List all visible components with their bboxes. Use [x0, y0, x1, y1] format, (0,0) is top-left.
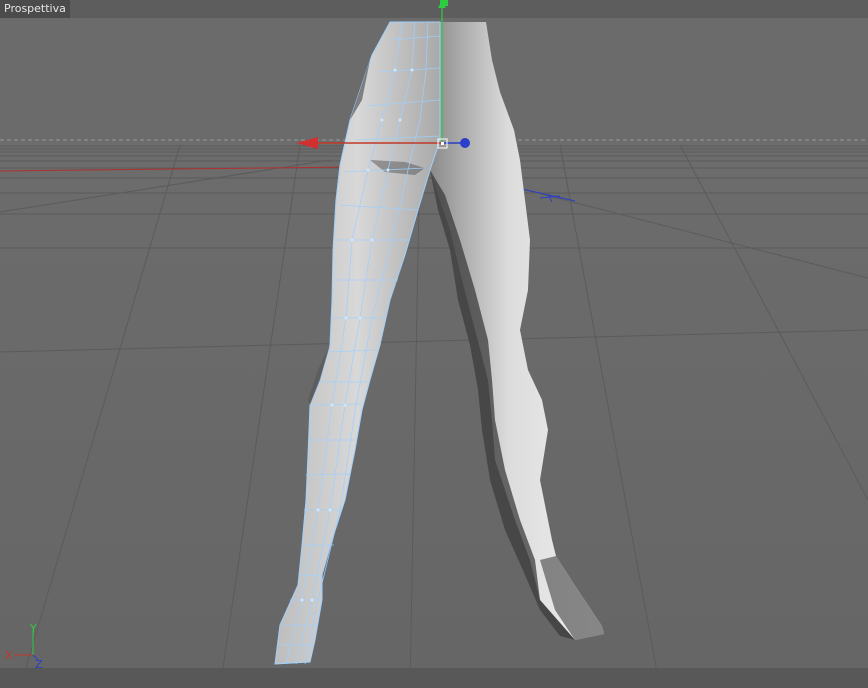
- viewport-bottom-strip: [0, 668, 868, 688]
- 3d-viewport[interactable]: Y X Z Prospettiva: [0, 0, 868, 688]
- axis-x-label: X: [5, 649, 13, 662]
- viewport-scene[interactable]: Y X Z: [0, 0, 868, 688]
- viewport-camera-label[interactable]: Prospettiva: [0, 0, 70, 18]
- floor-plane: [0, 140, 868, 670]
- axis-y-label: Y: [29, 622, 37, 635]
- gizmo-z-handle[interactable]: [460, 138, 470, 148]
